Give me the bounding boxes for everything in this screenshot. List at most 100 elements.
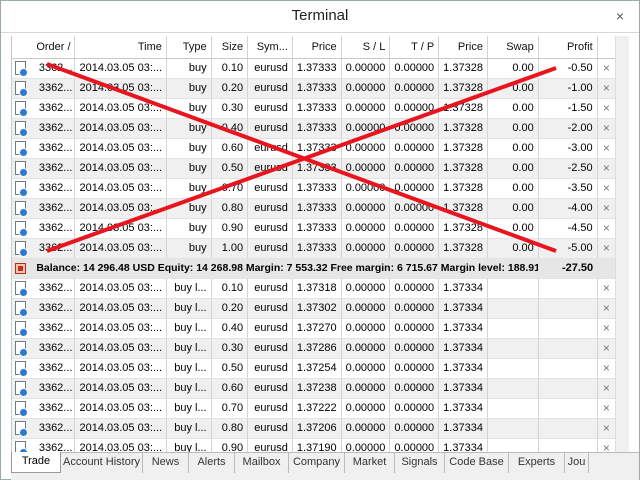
cell-time: 2014.03.05 03:... xyxy=(74,198,167,219)
cell-tp: 0.00000 xyxy=(389,338,440,359)
cell-swap: 0.00 xyxy=(487,98,539,119)
pending-order-row[interactable]: 3362... 2014.03.05 03:... buy l... 0.40 euru… xyxy=(12,318,617,339)
cell-tp: 0.00000 xyxy=(389,278,440,299)
close-order-icon[interactable]: × xyxy=(597,318,617,339)
cell-swap: 0.00 xyxy=(487,138,539,159)
close-order-icon[interactable]: × xyxy=(597,158,617,179)
trade-row[interactable]: 3362... 2014.03.05 03:... buy 0.40 eurusd 1.3… xyxy=(12,118,617,139)
cell-type: buy xyxy=(166,218,212,239)
cell-type: buy l... xyxy=(166,358,212,379)
trade-row[interactable]: 3362... 2014.03.05 03:... buy 0.60 eurusd 1.3… xyxy=(12,138,617,159)
pending-order-row[interactable]: 3362... 2014.03.05 03:... buy l... 0.20 euru… xyxy=(12,298,617,319)
close-order-icon[interactable]: × xyxy=(597,178,617,199)
cell-type: buy xyxy=(166,158,212,179)
tab-trade[interactable]: Trade xyxy=(11,452,61,473)
tab-bar: Trade Account History News Alerts Mailbox Com… xyxy=(11,452,639,480)
col-header-order[interactable]: Order / xyxy=(32,36,76,59)
order-document-icon xyxy=(15,421,28,437)
vertical-scrollbar[interactable] xyxy=(615,36,629,452)
tab-alerts[interactable]: Alerts xyxy=(189,453,235,473)
close-order-icon[interactable]: × xyxy=(597,238,617,259)
trade-grid[interactable]: Order / Time Type Size Sym... Price S / LT / P… xyxy=(11,36,629,452)
cell-cur-price: 1.37334 xyxy=(438,418,488,439)
pending-order-row[interactable]: 3362... 2014.03.05 03:... buy l... 0.30 euru… xyxy=(12,338,617,359)
tab-account-history[interactable]: Account History xyxy=(61,453,143,473)
trade-row[interactable]: 3362... 2014.03.05 03:... buy 0.10 eurusd 1.3… xyxy=(12,58,617,79)
cell-order: 3362... xyxy=(32,198,76,219)
close-order-icon[interactable]: × xyxy=(597,278,617,299)
pending-order-row[interactable]: 3362... 2014.03.05 03:... buy l... 0.50 euru… xyxy=(12,358,617,379)
col-header-time[interactable]: Time xyxy=(74,36,167,59)
trade-row[interactable]: 3362... 2014.03.05 03:... buy 0.50 eurusd 1.3… xyxy=(12,158,617,179)
order-document-icon xyxy=(15,121,28,137)
trade-row[interactable]: 3362... 2014.03.05 03:... buy 0.30 eurusd 1.3… xyxy=(12,98,617,119)
cell-sl: 0.00000 xyxy=(341,78,391,99)
close-order-icon[interactable]: × xyxy=(597,138,617,159)
trade-row[interactable]: 3362... 2014.03.05 03:... buy 0.80 eurusd 1.3… xyxy=(12,198,617,219)
cell-symbol: eurusd xyxy=(247,78,293,99)
close-order-icon[interactable]: × xyxy=(597,338,617,359)
close-order-icon[interactable]: × xyxy=(597,198,617,219)
cell-price: 1.37333 xyxy=(292,158,342,179)
close-order-icon[interactable]: × xyxy=(597,438,617,452)
close-order-icon[interactable]: × xyxy=(597,398,617,419)
col-header-sl[interactable]: S / L xyxy=(341,36,391,59)
tab-jou[interactable]: Jou xyxy=(565,453,589,473)
order-icon-cell xyxy=(12,378,33,399)
col-header-profit[interactable]: Profit xyxy=(538,36,598,59)
close-order-icon[interactable]: × xyxy=(597,118,617,139)
cell-swap xyxy=(487,338,539,359)
title-bar: Terminal × xyxy=(1,1,639,33)
tab-market[interactable]: Market xyxy=(345,453,395,473)
col-header-cur-price[interactable]: Price xyxy=(438,36,488,59)
pending-order-row[interactable]: 3362... 2014.03.05 03:... buy l... 0.60 euru… xyxy=(12,378,617,399)
col-header-type[interactable]: Type xyxy=(166,36,212,59)
trade-row[interactable]: 3362... 2014.03.05 03:... buy 0.20 eurusd 1.3… xyxy=(12,78,617,99)
tab-signals[interactable]: Signals xyxy=(395,453,445,473)
close-order-icon[interactable]: × xyxy=(597,98,617,119)
col-header-price[interactable]: Price xyxy=(292,36,342,59)
close-order-icon[interactable]: × xyxy=(597,298,617,319)
order-icon-cell xyxy=(12,338,33,359)
tab-company[interactable]: Company xyxy=(289,453,345,473)
cell-time: 2014.03.05 03:... xyxy=(74,138,167,159)
col-header-swap[interactable]: Swap xyxy=(487,36,539,59)
terminal-window: Terminal × Order / Time Type Size Sym... Pric… xyxy=(0,0,640,480)
tab-experts[interactable]: Experts xyxy=(509,453,565,473)
close-order-icon[interactable]: × xyxy=(597,418,617,439)
col-header-tp[interactable]: T / P xyxy=(389,36,440,59)
pending-order-row[interactable]: 3362... 2014.03.05 03:... buy l... 0.70 euru… xyxy=(12,398,617,419)
close-order-icon[interactable]: × xyxy=(597,358,617,379)
cell-tp: 0.00000 xyxy=(389,418,440,439)
close-icon[interactable]: × xyxy=(611,7,629,25)
cell-swap: 0.00 xyxy=(487,78,539,99)
trade-row[interactable]: 3362... 2014.03.05 03:... buy 0.90 eurusd 1.3… xyxy=(12,218,617,239)
col-header-symbol[interactable]: Sym... xyxy=(247,36,293,59)
trade-row[interactable]: 3362... 2014.03.05 03:... buy 0.70 eurusd 1.3… xyxy=(12,178,617,199)
pending-order-row[interactable]: 3362... 2014.03.05 03:... buy l... 0.80 euru… xyxy=(12,418,617,439)
cell-symbol: eurusd xyxy=(247,358,293,379)
cell-sl: 0.00000 xyxy=(341,278,391,299)
cell-tp: 0.00000 xyxy=(389,218,440,239)
order-icon-cell xyxy=(12,118,33,139)
header-icon-col xyxy=(12,36,33,59)
close-order-icon[interactable]: × xyxy=(597,78,617,99)
tab-code-base[interactable]: Code Base xyxy=(445,453,509,473)
close-order-icon[interactable]: × xyxy=(597,58,617,79)
cell-size: 0.10 xyxy=(211,278,249,299)
cell-cur-price: 1.37328 xyxy=(438,158,488,179)
close-order-icon[interactable]: × xyxy=(597,218,617,239)
cell-type: buy l... xyxy=(166,318,212,339)
cell-type: buy xyxy=(166,198,212,219)
pending-order-row[interactable]: 3362... 2014.03.05 03:... buy l... 0.10 euru… xyxy=(12,278,617,299)
cell-sl: 0.00000 xyxy=(341,318,391,339)
cell-price: 1.37254 xyxy=(292,358,342,379)
close-order-icon[interactable]: × xyxy=(597,378,617,399)
col-header-size[interactable]: Size xyxy=(211,36,249,59)
pending-order-row[interactable]: 3362... 2014.03.05 03:... buy l... 0.90 euru… xyxy=(12,438,617,452)
trade-row[interactable]: 3362... 2014.03.05 03:... buy 1.00 eurusd 1.3… xyxy=(12,238,617,259)
tab-mailbox[interactable]: Mailbox xyxy=(235,453,289,473)
cell-time: 2014.03.05 03:... xyxy=(74,218,167,239)
cell-sl: 0.00000 xyxy=(341,98,391,119)
tab-news[interactable]: News xyxy=(143,453,189,473)
